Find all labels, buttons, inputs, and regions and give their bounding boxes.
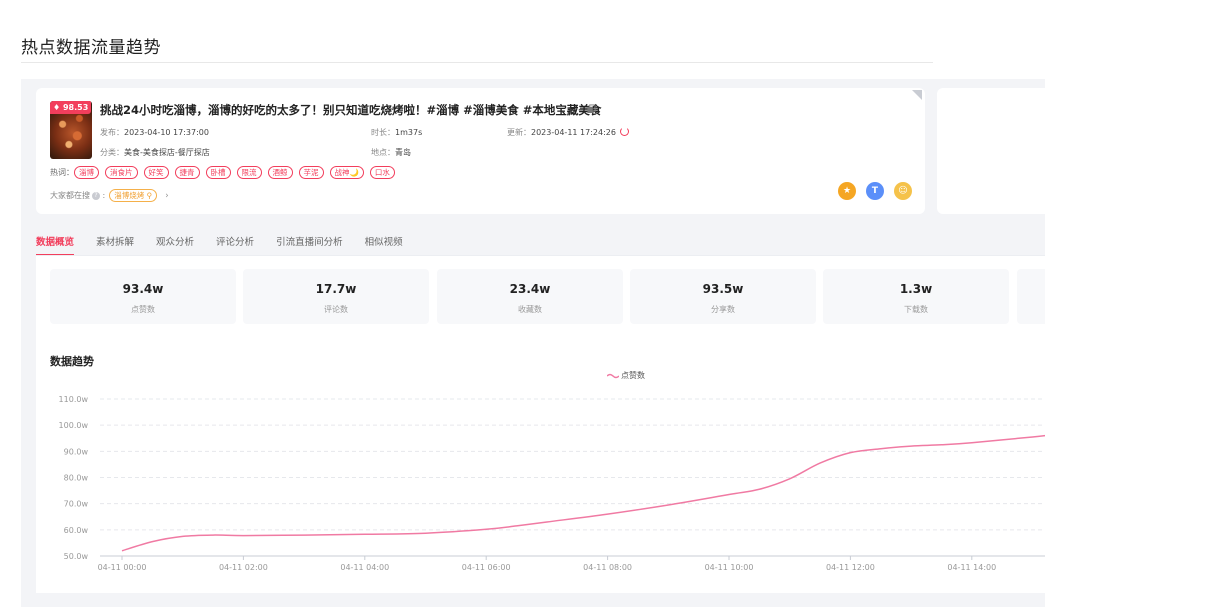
x-tick-label: 04-11 10:00 bbox=[705, 563, 754, 572]
publish-label: 发布： bbox=[100, 128, 124, 137]
page-heading: 热点数据流量趋势 bbox=[21, 38, 161, 58]
hotword-tag[interactable]: 芋泥 bbox=[298, 166, 324, 179]
stat-label: 分享数 bbox=[711, 305, 735, 314]
chart-legend[interactable]: 点赞数 bbox=[607, 370, 645, 381]
tab-5[interactable]: 相似视频 bbox=[365, 234, 403, 248]
video-title[interactable]: 挑战24小时吃淄博，淄博的好吃的太多了！别只知道吃烧烤啦！#淄博 #淄博美食 #… bbox=[100, 102, 601, 118]
stat-value: 93.5w bbox=[702, 282, 744, 296]
stat-card bbox=[1017, 269, 1045, 324]
copy-icon[interactable] bbox=[587, 104, 596, 114]
tiktok-icon[interactable]: T bbox=[866, 182, 884, 200]
hotword-tag[interactable]: 卧槽 bbox=[205, 166, 231, 179]
video-card: ♦ 98.53 挑战24小时吃淄博，淄博的好吃的太多了！别只知道吃烧烤啦！#淄博… bbox=[36, 88, 925, 214]
category-label: 分类： bbox=[100, 148, 124, 157]
stat-label: 评论数 bbox=[324, 305, 348, 314]
hotword-tag[interactable]: 酒鲸 bbox=[267, 166, 293, 179]
y-tick-label: 80.0w bbox=[64, 474, 89, 483]
duration-label: 时长： bbox=[371, 128, 395, 137]
side-card bbox=[937, 88, 1045, 214]
tab-1[interactable]: 素材拆解 bbox=[96, 234, 134, 248]
x-tick-label: 04-11 14:00 bbox=[947, 563, 996, 572]
publish-time: 2023-04-10 17:37:00 bbox=[124, 128, 209, 137]
stat-card: 93.4w 点赞数 bbox=[50, 269, 236, 324]
star-icon[interactable]: ★ bbox=[838, 182, 856, 200]
hotword-tag[interactable]: 捷青 bbox=[174, 166, 200, 179]
stat-card: 17.7w 评论数 bbox=[243, 269, 429, 324]
trend-chart: 50.0w 60.0w 70.0w 80.0w 90.0w 100.0w 110.0w 04-… bbox=[59, 395, 1045, 572]
y-tick-label: 70.0w bbox=[64, 500, 89, 509]
category-value: 美食-美食探店-餐厅探店 bbox=[124, 148, 210, 157]
y-tick-label: 90.0w bbox=[64, 447, 89, 456]
stat-value: 23.4w bbox=[509, 282, 551, 296]
hotword-list: 淄博 消食片 好笑 捷青 卧槽 限流 酒鲸 芋泥 战神🌙 口水 bbox=[74, 166, 401, 179]
x-tick-label: 04-11 12:00 bbox=[826, 563, 875, 572]
search-colon: : bbox=[100, 191, 106, 200]
stat-label: 下载数 bbox=[904, 305, 928, 314]
hotwords-row: 热词： 淄博 消食片 好笑 捷青 卧槽 限流 酒鲸 芋泥 战神🌙 口水 bbox=[50, 166, 401, 179]
chevron-right-icon[interactable]: › bbox=[165, 191, 169, 201]
x-tick-label: 04-11 08:00 bbox=[583, 563, 632, 572]
duration-meta: 时长：1m37s bbox=[371, 127, 422, 138]
tab-4[interactable]: 引流直播间分析 bbox=[276, 234, 343, 248]
stat-label: 点赞数 bbox=[131, 305, 155, 314]
stat-card: 93.5w 分享数 bbox=[630, 269, 816, 324]
hotwords-label: 热词： bbox=[50, 168, 74, 177]
tab-2[interactable]: 观众分析 bbox=[156, 234, 194, 248]
legend-label: 点赞数 bbox=[621, 371, 645, 380]
hotword-tag[interactable]: 好笑 bbox=[143, 166, 169, 179]
hotword-tag[interactable]: 淄博 bbox=[74, 166, 99, 179]
y-tick-label: 110.0w bbox=[59, 395, 89, 404]
x-tick-label: 04-11 06:00 bbox=[462, 563, 511, 572]
y-tick-label: 60.0w bbox=[64, 526, 89, 535]
y-tick-label: 100.0w bbox=[59, 421, 89, 430]
update-time: 2023-04-11 17:24:26 bbox=[531, 128, 616, 137]
duration-value: 1m37s bbox=[395, 128, 423, 137]
stat-value: 17.7w bbox=[315, 282, 357, 296]
stat-card: 23.4w 收藏数 bbox=[437, 269, 623, 324]
x-tick-label: 04-11 02:00 bbox=[219, 563, 268, 572]
legend-swatch bbox=[607, 373, 619, 378]
hotword-tag[interactable]: 战神🌙 bbox=[329, 166, 364, 179]
heading-divider bbox=[21, 62, 933, 63]
content-area: 93.4w 点赞数 17.7w 评论数 23.4w 收藏数 93.5w 分享数 1.3w 下载数 … bbox=[36, 256, 1045, 593]
stat-label: 收藏数 bbox=[518, 305, 542, 314]
update-meta: 更新：2023-04-11 17:24:26 bbox=[507, 127, 629, 138]
search-tag-label: 淄博烧烤 bbox=[114, 191, 145, 200]
tabs-bar: 数据概览 素材拆解 观众分析 评论分析 引流直播间分析 相似视频 bbox=[36, 227, 425, 256]
hotword-tag[interactable]: 消食片 bbox=[105, 166, 138, 179]
publish-meta: 发布：2023-04-10 17:37:00 bbox=[100, 127, 209, 138]
x-tick-label: 04-11 00:00 bbox=[98, 563, 147, 572]
hotword-tag[interactable]: 口水 bbox=[369, 166, 395, 179]
action-icons: ★ T ☺ bbox=[838, 182, 912, 200]
hotword-tag[interactable]: 限流 bbox=[236, 166, 262, 179]
search-icon: ⚲ bbox=[144, 191, 153, 200]
flame-icon: ♦ bbox=[53, 103, 61, 112]
x-tick-label: 04-11 04:00 bbox=[340, 563, 389, 572]
main-panel: ♦ 98.53 挑战24小时吃淄博，淄博的好吃的太多了！别只知道吃烧烤啦！#淄博… bbox=[21, 79, 1045, 607]
search-tag[interactable]: 淄博烧烤 ⚲ bbox=[109, 189, 158, 202]
stat-card: 1.3w 下载数 bbox=[823, 269, 1009, 324]
y-tick-label: 50.0w bbox=[64, 552, 89, 561]
help-icon[interactable]: ? bbox=[92, 191, 100, 200]
stat-value: 1.3w bbox=[899, 282, 933, 296]
corner-flag-icon[interactable] bbox=[912, 90, 922, 100]
location-label: 地点： bbox=[371, 148, 395, 157]
trend-title: 数据趋势 bbox=[50, 355, 94, 368]
update-label: 更新： bbox=[507, 128, 531, 137]
location-meta: 地点：青岛 bbox=[371, 147, 411, 158]
search-label: 大家都在搜 bbox=[50, 191, 90, 200]
search-row: 大家都在搜 ? : 淄博烧烤 ⚲ › bbox=[50, 189, 169, 202]
tab-0[interactable]: 数据概览 bbox=[36, 234, 75, 256]
score-value: 98.53 bbox=[62, 103, 89, 112]
smile-icon[interactable]: ☺ bbox=[894, 182, 912, 200]
location-value: 青岛 bbox=[395, 148, 411, 157]
stat-value: 93.4w bbox=[122, 282, 164, 296]
video-thumbnail[interactable]: ♦ 98.53 bbox=[50, 101, 92, 159]
tab-3[interactable]: 评论分析 bbox=[216, 234, 254, 248]
category-meta: 分类：美食-美食探店-餐厅探店 bbox=[100, 147, 210, 158]
score-badge: ♦ 98.53 bbox=[50, 101, 92, 114]
refresh-icon[interactable] bbox=[619, 127, 629, 136]
